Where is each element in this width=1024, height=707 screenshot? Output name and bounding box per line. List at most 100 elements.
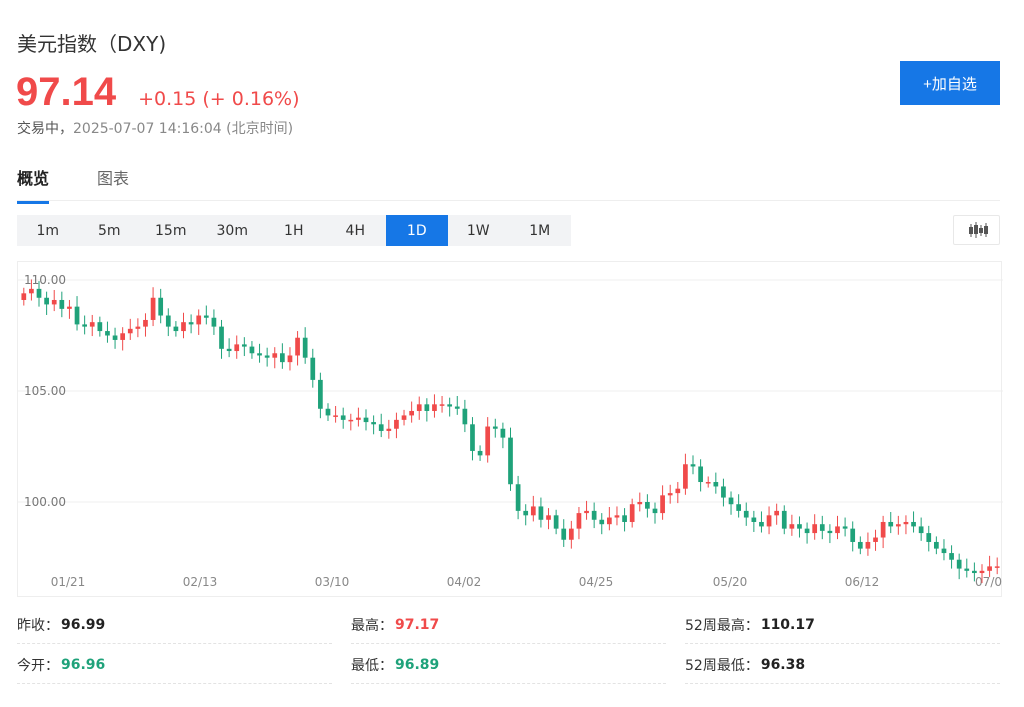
candle-body [280,353,285,362]
candle [196,309,201,335]
candle-body [318,380,323,409]
candle [736,494,741,517]
trading-status: 交易中，2025-07-07 14:16:04 (北京时间) [17,118,293,138]
period-1w[interactable]: 1W [448,215,510,246]
candle [493,419,498,438]
candle [295,331,300,365]
candle-body [531,506,536,515]
candle-body [288,355,293,362]
candle-body [341,415,346,419]
candle [128,319,133,340]
candle [866,533,871,556]
period-selector: 1m 5m 15m 30m 1H 4H 1D 1W 1M [17,215,571,246]
x-tick-label: 05/20 [713,575,748,589]
candle [478,445,483,461]
candle-body [485,427,490,456]
y-tick-label: 105.00 [24,384,66,398]
candle-body [272,353,277,357]
candle-body [21,293,26,300]
candle-body [67,307,72,309]
candle [310,349,315,388]
candle-body [394,420,399,429]
candle [341,408,346,429]
candle [964,559,969,578]
candle-body [386,429,391,431]
candle-body [622,515,627,522]
tab-overview[interactable]: 概览 [17,165,49,204]
stat-52w-low: 52周最低：96.38 [685,646,1000,684]
candle-body [957,560,962,569]
candle-body [234,344,239,351]
candle [911,511,916,532]
stat-label: 最低： [351,655,393,675]
candle-body [729,498,734,505]
candle [219,320,224,359]
chart-type-button[interactable] [953,215,1000,245]
candle-body [295,338,300,356]
candle-body [645,502,650,509]
candle-body [850,529,855,542]
period-5m[interactable]: 5m [79,215,141,246]
candle [531,496,536,522]
x-tick-label: 04/02 [447,575,482,589]
period-30m[interactable]: 30m [202,215,264,246]
candle-body [904,522,909,524]
candle-body [751,518,756,522]
candle [227,338,232,357]
candle [364,409,369,430]
candle-body [995,566,1000,568]
candle [318,373,323,419]
candle [828,524,833,543]
candle-body [348,420,353,422]
x-tick-label: 07/0 [975,575,1002,589]
candle-body [424,404,429,411]
candle-body [181,322,186,331]
candle-body [820,524,825,531]
candle [615,506,620,525]
candle-body [44,298,49,305]
candle [151,287,156,326]
candle [288,347,293,370]
stat-value: 96.99 [61,617,105,633]
candle [501,423,506,449]
tab-chart[interactable]: 图表 [97,165,129,201]
candle [386,420,391,439]
candle [67,300,72,319]
period-1d[interactable]: 1D [386,215,448,246]
candle-body [805,529,810,533]
candle-body [630,504,635,522]
period-4h[interactable]: 4H [325,215,387,246]
period-15m[interactable]: 15m [140,215,202,246]
candle-body [364,418,369,422]
candle-body [120,333,125,340]
candle-body [577,513,582,529]
add-watchlist-button[interactable]: +加自选 [900,61,1000,105]
candle-body [128,329,133,333]
candle [630,499,635,528]
stat-label: 昨收： [17,615,59,635]
candle [75,296,80,330]
candle-body [881,522,886,538]
candlestick-icon [954,216,1001,246]
candle [455,396,460,415]
candle [987,556,992,577]
period-1m[interactable]: 1m [17,215,79,246]
candle-body [972,571,977,573]
candle [896,516,901,535]
candle-body [402,415,407,419]
candle [166,308,171,336]
candle-body [508,438,513,485]
period-1mo[interactable]: 1M [509,215,571,246]
period-1h[interactable]: 1H [263,215,325,246]
candle [280,343,285,369]
candle [858,536,863,554]
candle [136,318,141,337]
candle [212,309,217,335]
candlestick-chart: 110.00105.00100.0001/2102/1303/1004/0204… [18,262,1003,598]
candle-body [987,566,992,570]
stat-52w-high: 52周最高：110.17 [685,606,1000,644]
candle-body [896,524,901,526]
price-chart[interactable]: 110.00105.00100.0001/2102/1303/1004/0204… [17,261,1002,597]
candle-body [105,331,110,335]
candle-body [675,489,680,493]
